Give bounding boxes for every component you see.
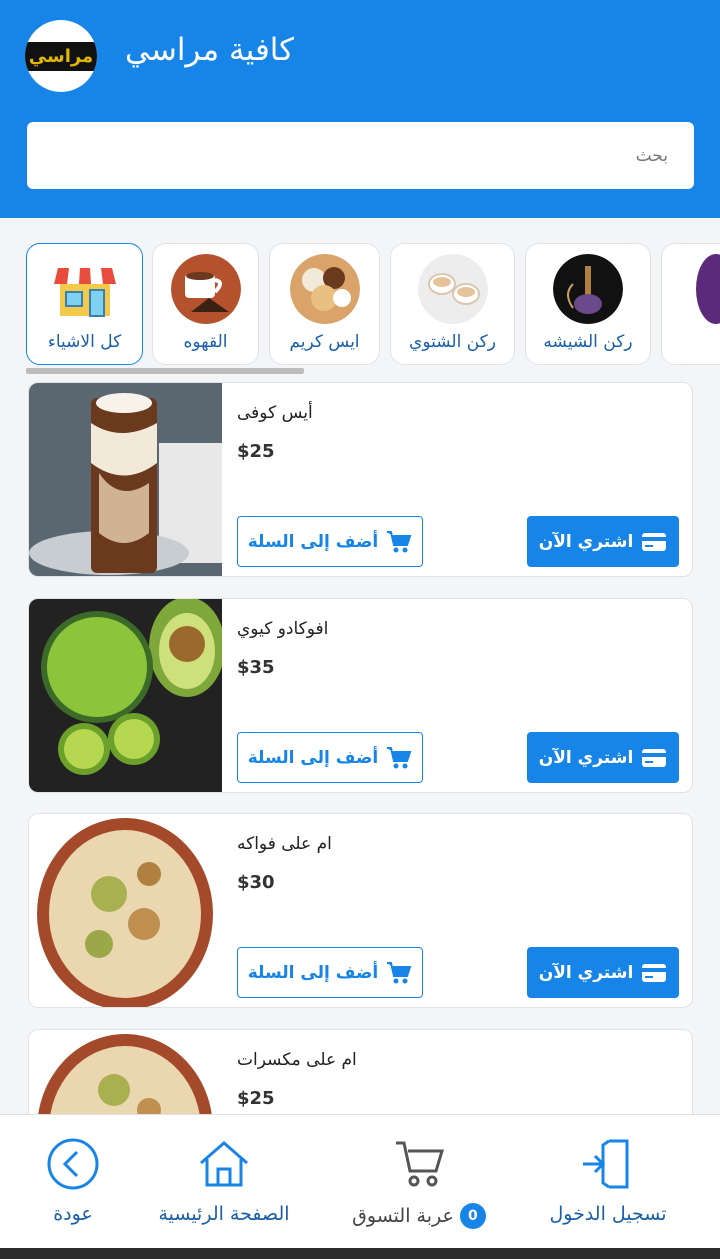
product-card[interactable]: افوكادو كيوي $35 أضف إلى السلة اشتري الآ… <box>28 598 693 793</box>
home-icon <box>200 1141 248 1187</box>
product-price: $25 <box>237 1088 275 1109</box>
product-image <box>29 814 222 1007</box>
buy-now-label: اشتري الآن <box>538 531 634 552</box>
buy-now-label: اشتري الآن <box>538 962 634 983</box>
category-label: كل الاشياء <box>47 332 122 352</box>
add-to-cart-button[interactable]: أضف إلى السلة <box>237 516 423 567</box>
coffee-image <box>170 254 241 324</box>
buy-now-button[interactable]: اشتري الآن <box>527 947 679 998</box>
buy-now-button[interactable]: اشتري الآن <box>527 516 679 567</box>
login-icon <box>583 1139 629 1189</box>
product-card[interactable]: ام على فواكه $30 أضف إلى السلة اشتري الآ… <box>28 813 693 1008</box>
winter-drinks-image <box>417 254 488 324</box>
category-ice-cream[interactable]: ايس كريم <box>269 243 380 365</box>
category-scrollbar[interactable] <box>26 368 304 374</box>
product-price: $35 <box>237 657 275 678</box>
cart-icon <box>387 961 412 983</box>
back-circle-icon <box>47 1138 99 1190</box>
category-all[interactable]: كل الاشياء <box>26 243 143 365</box>
credit-card-icon <box>642 748 667 767</box>
cart-count-badge: 0 <box>459 1203 486 1229</box>
category-shisha[interactable]: ركن الشيشه <box>525 243 651 365</box>
nav-cart-label: عربة التسوق <box>352 1205 454 1227</box>
app-header: مراسي كافية مراسي <box>0 0 720 218</box>
nav-cart[interactable]: عربة التسوق 0 <box>346 1115 492 1249</box>
system-bar <box>0 1248 720 1259</box>
nav-home[interactable]: الصفحة الرئيسية <box>148 1115 300 1249</box>
add-to-cart-button[interactable]: أضف إلى السلة <box>237 947 423 998</box>
nav-login[interactable]: تسجيل الدخول <box>538 1115 678 1249</box>
nav-back-label: عودة <box>53 1203 93 1225</box>
category-label: ركن الشيشه <box>543 332 633 352</box>
shopping-cart-icon <box>396 1141 445 1187</box>
credit-card-icon <box>642 532 667 551</box>
category-winter[interactable]: ركن الشتوي <box>390 243 515 365</box>
store-icon <box>53 268 116 317</box>
product-price: $30 <box>237 872 275 893</box>
bottom-navigation: عودة الصفحة الرئيسية عربة التسوق 0 تسجيل… <box>0 1114 720 1248</box>
add-to-cart-button[interactable]: أضف إلى السلة <box>237 732 423 783</box>
category-label: ايس كريم <box>289 332 360 352</box>
app-title: كافية مراسي <box>125 32 294 68</box>
category-label: القهوه <box>183 332 228 352</box>
product-image <box>29 383 222 576</box>
credit-card-icon <box>642 963 667 982</box>
shisha-image <box>553 254 623 324</box>
category-coffee[interactable]: القهوه <box>152 243 259 365</box>
ice-cream-image <box>289 254 360 324</box>
product-image <box>29 599 222 792</box>
cart-icon <box>387 746 412 768</box>
nav-cart-label-wrap: عربة التسوق 0 <box>352 1203 486 1229</box>
category-label: ركن الشتوي <box>409 332 496 352</box>
search-input[interactable] <box>27 122 694 189</box>
cafe-logo[interactable]: مراسي <box>25 20 97 92</box>
add-to-cart-label: أضف إلى السلة <box>247 962 379 983</box>
product-name: أيس كوفى <box>237 403 313 423</box>
nav-login-label: تسجيل الدخول <box>549 1203 667 1225</box>
category-partial[interactable] <box>661 243 720 365</box>
product-card[interactable]: أيس كوفى $25 أضف إلى السلة اشتري الآن <box>28 382 693 577</box>
logo-text: مراسي <box>25 41 97 71</box>
add-to-cart-label: أضف إلى السلة <box>247 531 379 552</box>
category-strip[interactable]: كل الاشياء القهوه ايس كريم ركن الشتوي رك… <box>0 243 720 367</box>
product-price: $25 <box>237 441 275 462</box>
cart-icon <box>387 530 412 552</box>
product-name: ام على فواكه <box>237 834 332 854</box>
nav-home-label: الصفحة الرئيسية <box>158 1203 290 1225</box>
buy-now-button[interactable]: اشتري الآن <box>527 732 679 783</box>
buy-now-label: اشتري الآن <box>538 747 634 768</box>
add-to-cart-label: أضف إلى السلة <box>247 747 379 768</box>
nav-back[interactable]: عودة <box>40 1115 106 1249</box>
product-name: ام على مكسرات <box>237 1050 357 1070</box>
category-image <box>696 254 720 324</box>
product-name: افوكادو كيوي <box>237 619 329 639</box>
